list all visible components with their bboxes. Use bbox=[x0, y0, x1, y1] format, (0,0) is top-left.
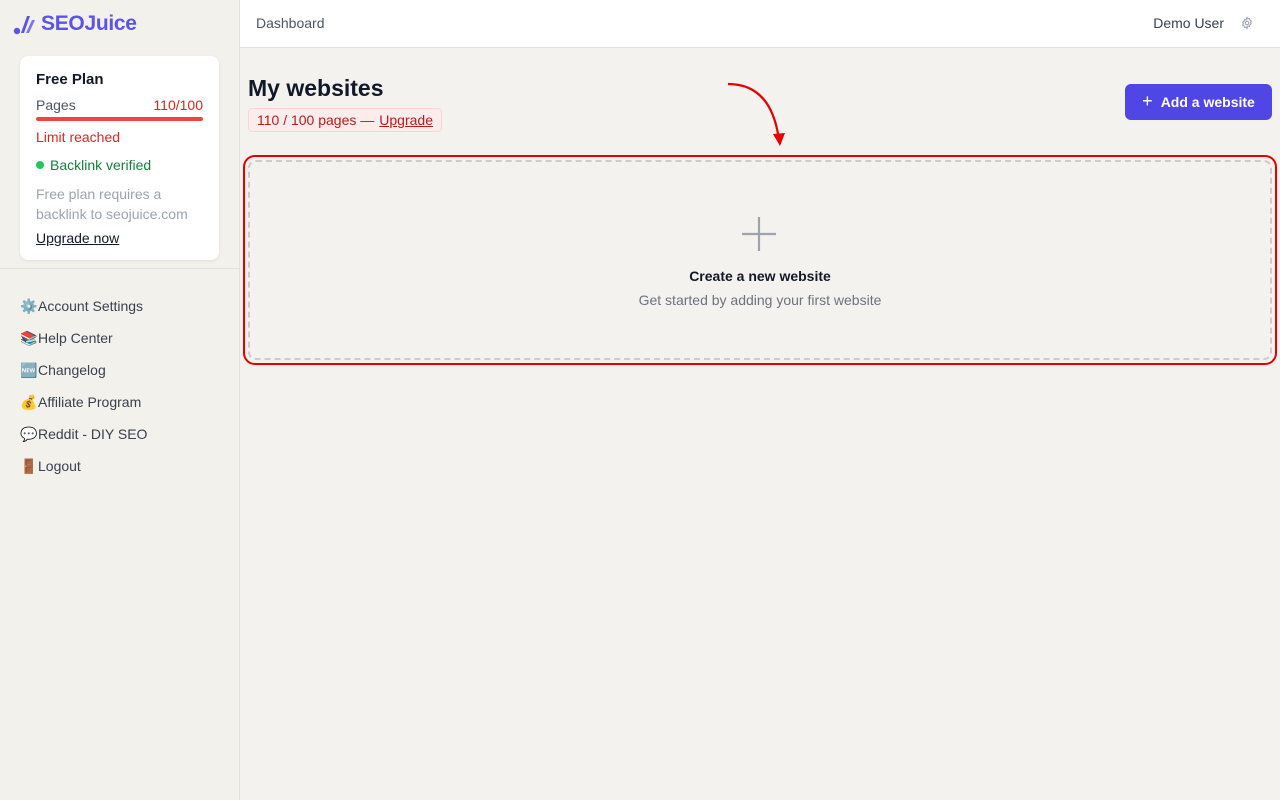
empty-state-title: Create a new website bbox=[689, 268, 831, 284]
backlink-status: Backlink verified bbox=[36, 156, 203, 174]
sidebar-item-reddit[interactable]: 💬 Reddit - DIY SEO bbox=[20, 418, 147, 450]
pages-row: Pages 110/100 bbox=[36, 96, 203, 114]
limit-reached-text: Limit reached bbox=[36, 129, 121, 145]
sidebar-item-changelog[interactable]: 🆕 Changelog bbox=[20, 354, 147, 386]
sidebar-item-label: Help Center bbox=[38, 330, 113, 346]
speech-bubble-emoji-icon: 💬 bbox=[20, 425, 38, 442]
logo[interactable]: SEOJuice bbox=[12, 10, 137, 38]
sidebar-item-label: Changelog bbox=[38, 362, 106, 378]
backlink-status-label: Backlink verified bbox=[50, 157, 152, 173]
quota-text: 110 / 100 pages — bbox=[257, 112, 375, 128]
gear-icon[interactable] bbox=[1240, 16, 1254, 30]
plan-card: Free Plan Pages 110/100 Limit reached Ba… bbox=[20, 56, 219, 260]
sidebar-item-label: Account Settings bbox=[38, 298, 144, 314]
quota-upgrade-link[interactable]: Upgrade bbox=[379, 112, 433, 128]
sidebar-divider bbox=[0, 268, 239, 269]
sidebar-item-help-center[interactable]: 📚 Help Center bbox=[20, 322, 147, 354]
gear-emoji-icon: ⚙️ bbox=[20, 297, 38, 314]
sidebar: SEOJuice Free Plan Pages 110/100 Limit r… bbox=[0, 0, 240, 800]
quota-badge: 110 / 100 pages — Upgrade bbox=[248, 108, 442, 132]
door-emoji-icon: 🚪 bbox=[20, 457, 38, 474]
add-website-button[interactable]: + Add a website bbox=[1125, 84, 1272, 120]
money-bag-emoji-icon: 💰 bbox=[20, 393, 38, 410]
sidebar-item-label: Affiliate Program bbox=[38, 394, 142, 410]
sidebar-item-label: Logout bbox=[38, 458, 81, 474]
top-bar: Dashboard Demo User bbox=[240, 0, 1280, 48]
new-emoji-icon: 🆕 bbox=[20, 361, 38, 378]
user-menu[interactable]: Demo User bbox=[1153, 15, 1224, 31]
sidebar-nav: ⚙️ Account Settings 📚 Help Center 🆕 Chan… bbox=[20, 290, 147, 482]
plus-icon bbox=[742, 217, 776, 251]
upgrade-now-link[interactable]: Upgrade now bbox=[36, 229, 203, 247]
plan-title: Free Plan bbox=[36, 71, 104, 88]
sidebar-item-affiliate-program[interactable]: 💰 Affiliate Program bbox=[20, 386, 147, 418]
plus-icon: + bbox=[1142, 91, 1153, 111]
sidebar-item-account-settings[interactable]: ⚙️ Account Settings bbox=[20, 290, 147, 322]
sidebar-item-logout[interactable]: 🚪 Logout bbox=[20, 450, 147, 482]
empty-state-subtitle: Get started by adding your first website bbox=[638, 292, 882, 308]
sidebar-item-label: Reddit - DIY SEO bbox=[38, 426, 148, 442]
logo-icon bbox=[13, 16, 35, 35]
plan-note: Free plan requires a backlink to seojuic… bbox=[36, 186, 188, 222]
pages-progress-fill bbox=[36, 117, 203, 121]
pages-label: Pages bbox=[36, 97, 76, 113]
create-website-card[interactable] bbox=[248, 160, 1272, 360]
status-dot-icon bbox=[36, 161, 44, 169]
annotation-arrow-icon bbox=[727, 82, 785, 146]
pages-progress-bar bbox=[36, 117, 203, 121]
add-website-label: Add a website bbox=[1160, 94, 1255, 110]
logo-text: SEOJuice bbox=[41, 12, 137, 35]
pages-count: 110/100 bbox=[153, 97, 203, 113]
page-title: My websites bbox=[248, 75, 384, 101]
breadcrumb[interactable]: Dashboard bbox=[256, 15, 325, 31]
books-emoji-icon: 📚 bbox=[20, 329, 38, 346]
